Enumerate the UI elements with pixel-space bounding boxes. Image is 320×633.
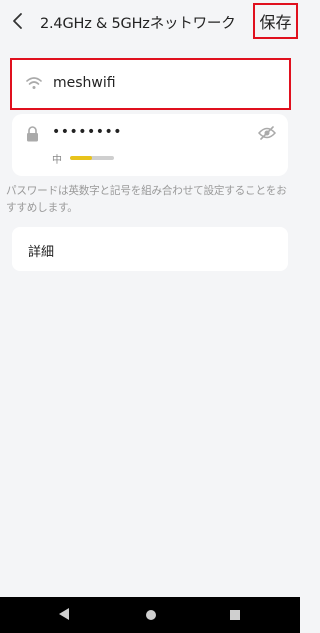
chevron-left-icon (13, 13, 22, 29)
lock-icon (27, 126, 38, 142)
password-field[interactable]: •••••••• (52, 124, 122, 140)
nav-back-icon[interactable] (59, 608, 69, 620)
strength-meter (70, 156, 114, 160)
details-row[interactable]: 詳細 (12, 227, 288, 271)
header: 2.4GHz & 5GHzネットワーク 保存 (0, 0, 300, 44)
strength-label: 中 (52, 155, 62, 166)
page-title: 2.4GHz & 5GHzネットワーク (40, 16, 236, 32)
details-label: 詳細 (28, 245, 55, 260)
wifi-icon (26, 77, 42, 89)
password-hint: パスワードは英数字と記号を組み合わせて設定することをおすすめします。 (6, 185, 287, 214)
ssid-value[interactable]: meshwifi (53, 75, 116, 91)
save-button[interactable]: 保存 (253, 3, 298, 39)
strength-meter-fill (70, 156, 92, 160)
password-card: •••••••• 中 (12, 114, 288, 176)
nav-home-icon[interactable] (146, 610, 156, 620)
eye-off-icon[interactable] (258, 126, 276, 140)
system-navbar (0, 597, 300, 633)
ssid-field[interactable]: meshwifi (10, 58, 291, 110)
back-button[interactable] (6, 8, 30, 34)
nav-recents-icon[interactable] (230, 610, 240, 620)
